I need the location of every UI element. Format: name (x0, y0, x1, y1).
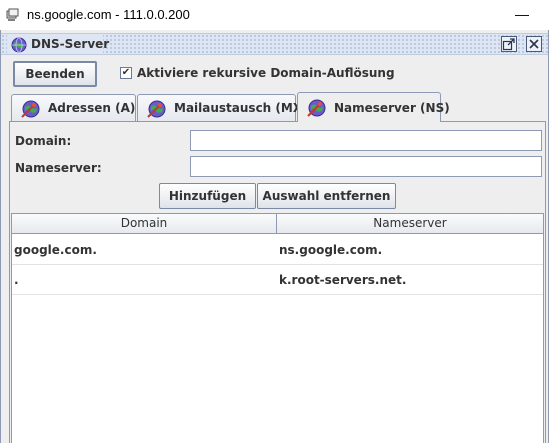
domain-label: Domain: (15, 134, 72, 148)
maximize-button[interactable] (501, 36, 517, 52)
network-app-icon (6, 8, 19, 21)
table-row[interactable]: google.com. ns.google.com. (12, 235, 543, 265)
recursive-resolution-label[interactable]: Aktiviere rekursive Domain-Auflösung (137, 66, 395, 80)
close-button[interactable] (526, 36, 542, 52)
nameserver-input[interactable] (190, 156, 542, 177)
tab-mail-exchange[interactable]: Mailaustausch (MX) (137, 94, 308, 121)
column-header-domain[interactable]: Domain (12, 214, 277, 234)
nameserver-table[interactable]: Domain Nameserver google.com. ns.google.… (11, 213, 544, 443)
cell-domain: google.com. (14, 243, 97, 257)
globe-pin-icon (21, 100, 40, 118)
globe-pin-icon (307, 99, 326, 117)
domain-input[interactable] (190, 130, 542, 151)
close-icon (529, 39, 539, 49)
maximize-icon (502, 38, 515, 51)
frame-title-bar[interactable]: DNS-Server (1, 33, 548, 55)
cell-domain: . (14, 273, 19, 287)
tab-label: Mailaustausch (MX) (174, 101, 308, 115)
tab-label: Nameserver (NS) (334, 101, 450, 115)
os-window-title: ns.google.com - 111.0.0.200 (27, 7, 190, 22)
tab-nameserver[interactable]: Nameserver (NS) (297, 92, 450, 122)
frame-title: DNS-Server (31, 37, 110, 51)
add-button[interactable]: Hinzufügen (159, 183, 256, 209)
table-header: Domain Nameserver (12, 214, 543, 234)
nameserver-label: Nameserver: (15, 161, 102, 175)
cell-nameserver: k.root-servers.net. (279, 273, 407, 287)
dns-globe-icon (11, 37, 27, 53)
tab-label: Adressen (A) (48, 101, 136, 115)
globe-pin-icon (147, 100, 166, 118)
cell-nameserver: ns.google.com. (279, 243, 383, 257)
recursive-resolution-checkbox[interactable]: ✔ (120, 67, 132, 79)
os-title-bar: ns.google.com - 111.0.0.200 — (0, 0, 549, 30)
remove-selection-button[interactable]: Auswahl entfernen (257, 183, 396, 209)
table-row[interactable]: . k.root-servers.net. (12, 265, 543, 295)
tab-address-records[interactable]: Adressen (A) (11, 94, 136, 121)
quit-button[interactable]: Beenden (13, 61, 97, 87)
dns-server-frame: DNS-Server Beenden ✔ Aktiviere rekursive… (0, 30, 549, 443)
column-header-nameserver[interactable]: Nameserver (277, 214, 543, 234)
minimize-button[interactable]: — (512, 5, 532, 25)
